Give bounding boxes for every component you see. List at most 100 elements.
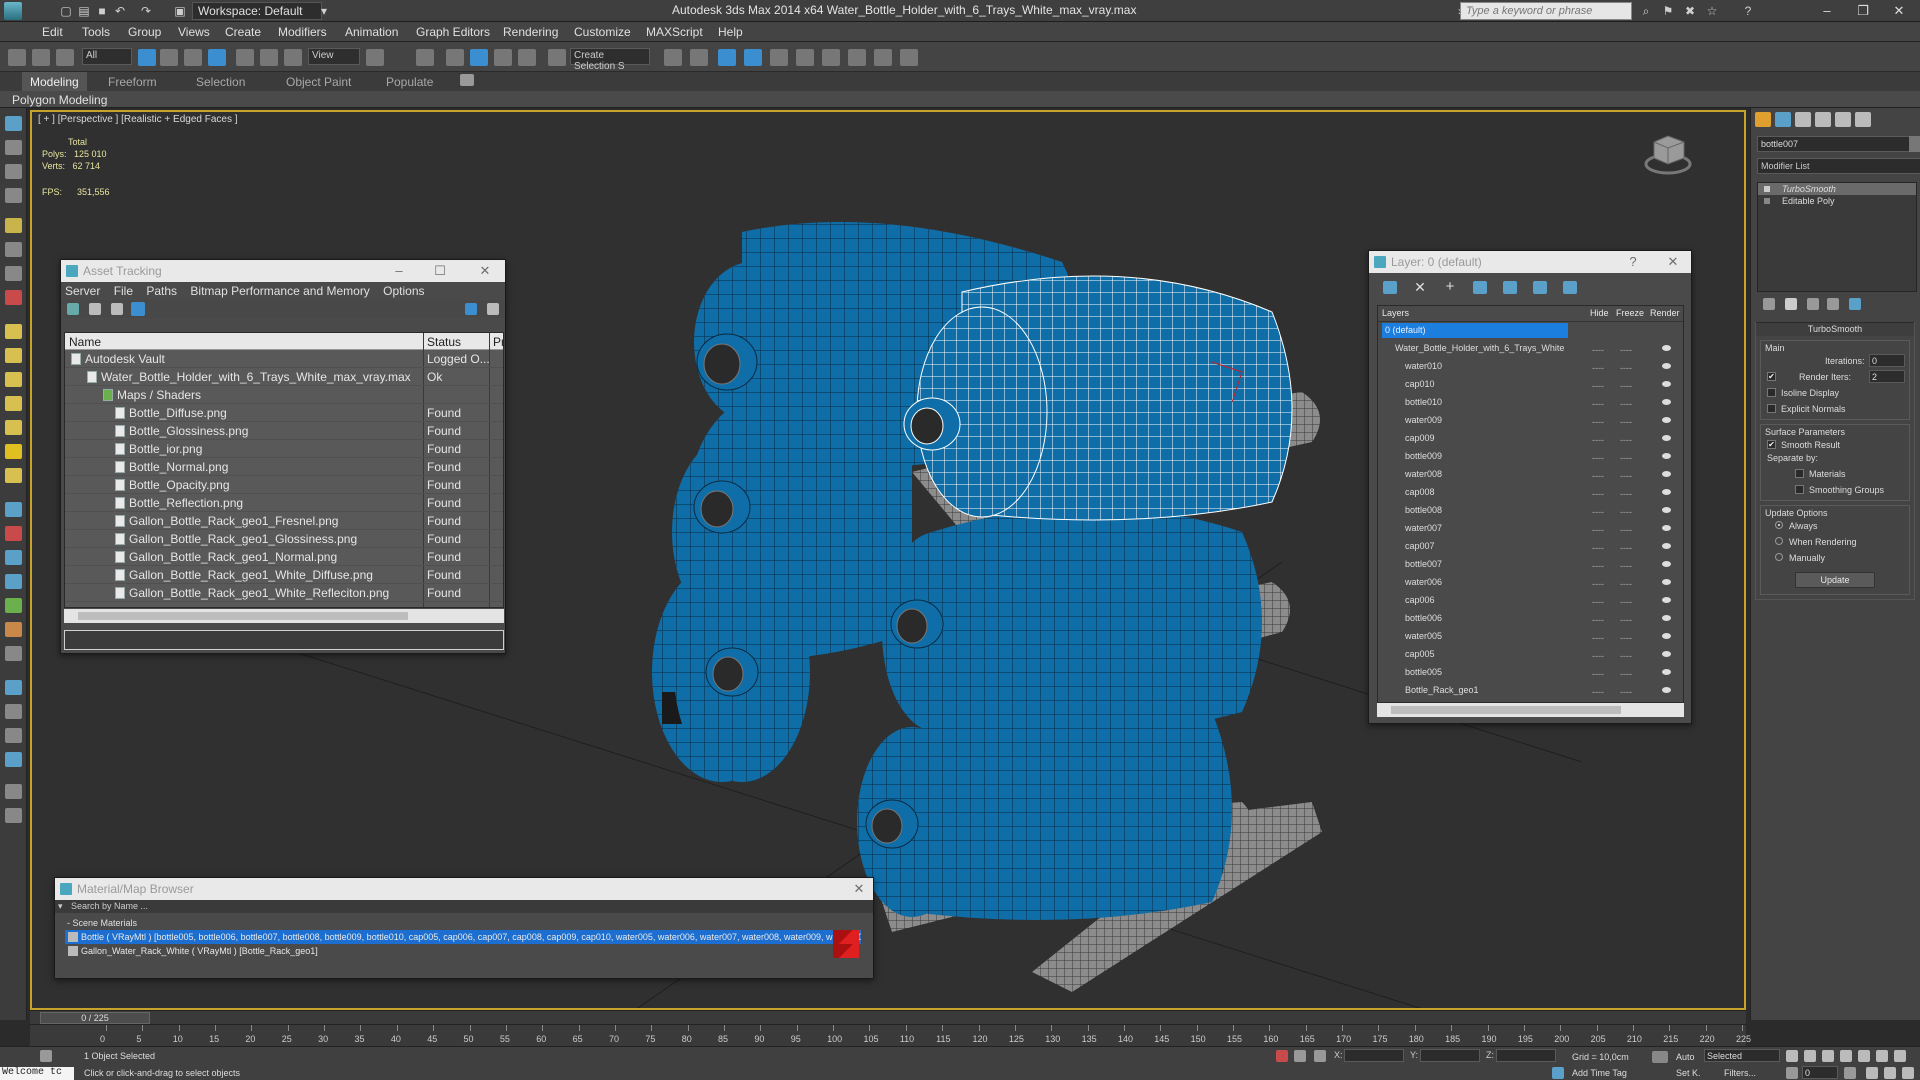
material-browser-titlebar[interactable]: Material/Map Browser ✕: [55, 878, 873, 900]
render-teapot-icon[interactable]: [1662, 399, 1671, 405]
tab-modeling[interactable]: Modeling: [22, 72, 87, 91]
z-coordinate-field[interactable]: [1496, 1049, 1556, 1062]
selection-lock-icon[interactable]: [1294, 1050, 1306, 1062]
foliage-icon[interactable]: [5, 598, 22, 613]
layer-row[interactable]: Bottle_Rack_geo1 ---- ----: [1378, 682, 1683, 700]
utilities-tab-icon[interactable]: [1855, 112, 1871, 127]
scroll-thumb[interactable]: [1391, 706, 1621, 714]
asset-horizontal-scrollbar[interactable]: [64, 609, 504, 623]
bottle-selected-bottle007[interactable]: [903, 275, 1293, 521]
motion-tab-icon[interactable]: [1815, 112, 1831, 127]
close-icon[interactable]: ✕: [1884, 2, 1914, 20]
selection-filter-dropdown[interactable]: All: [82, 48, 132, 65]
layer-row[interactable]: bottle008 ---- ----: [1378, 502, 1683, 520]
stack-item-turbosmooth[interactable]: TurboSmooth: [1758, 183, 1916, 195]
x-coordinate-field[interactable]: [1344, 1049, 1404, 1062]
select-by-name-icon[interactable]: [160, 49, 178, 66]
asset-maximize-icon[interactable]: ☐: [430, 263, 450, 279]
layer-freeze-toggle[interactable]: ----: [1620, 561, 1632, 571]
menu-group[interactable]: Group: [128, 25, 161, 39]
track-bar[interactable]: 0 5 10 15 20 25 30 35 40 45 50 55 60 65 70 75 80 85 90 95 10…: [30, 1024, 1751, 1046]
explicit-normals-checkbox[interactable]: [1767, 404, 1776, 413]
delete-layer-icon[interactable]: ✕: [1413, 280, 1427, 294]
layer-row[interactable]: cap006 ---- ----: [1378, 592, 1683, 610]
save-file-icon[interactable]: ■: [94, 3, 110, 19]
layer-hide-toggle[interactable]: ----: [1592, 633, 1604, 643]
help-icon[interactable]: ?: [1740, 3, 1756, 19]
new-file-icon[interactable]: ▢: [58, 3, 74, 19]
viewport-label[interactable]: [ + ] [Perspective ] [Realistic + Edged …: [38, 114, 238, 125]
asset-tracking-dialog[interactable]: Asset Tracking – ☐ ✕ Server File Paths B…: [60, 259, 506, 654]
table-view-icon[interactable]: [131, 302, 145, 316]
layer-freeze-toggle[interactable]: ----: [1620, 687, 1632, 697]
select-manipulate-icon[interactable]: [416, 49, 434, 66]
object-name-field[interactable]: bottle007: [1757, 136, 1911, 152]
key-filter-dropdown[interactable]: Selected: [1704, 1049, 1780, 1062]
layer-horizontal-scrollbar[interactable]: [1377, 703, 1684, 717]
layer-row[interactable]: Water_Bottle_Holder_with_6_Trays_White --…: [1378, 340, 1683, 358]
favorites-star-icon[interactable]: ☆: [1704, 3, 1720, 19]
asset-menu-server[interactable]: Server: [65, 284, 100, 298]
torus-primitive-icon[interactable]: [5, 396, 22, 411]
render-teapot-icon[interactable]: [1662, 687, 1671, 693]
display-tab-icon[interactable]: [1835, 112, 1851, 127]
named-selection-dropdown[interactable]: Create Selection S: [570, 48, 650, 72]
sun-light-icon[interactable]: [5, 444, 22, 459]
asset-row[interactable]: Autodesk Vault Logged O...: [65, 350, 503, 368]
previous-frame-icon[interactable]: [1804, 1050, 1816, 1062]
display-icon[interactable]: [5, 728, 22, 743]
binoculars-icon[interactable]: ⌕: [1638, 3, 1654, 19]
menu-rendering[interactable]: Rendering: [503, 25, 558, 39]
track-bar-toggle-icon[interactable]: [40, 1050, 52, 1062]
rendered-frame-window-icon[interactable]: [874, 49, 892, 66]
col-name-header[interactable]: Name: [69, 335, 101, 349]
layer-row[interactable]: cap009 ---- ----: [1378, 430, 1683, 448]
turbosmooth-rollout-title[interactable]: TurboSmooth: [1756, 322, 1914, 336]
layer-freeze-toggle[interactable]: ----: [1620, 579, 1632, 589]
material-map-browser[interactable]: Material/Map Browser ✕ ▾ Search by Name …: [54, 877, 874, 979]
hierarchy-icon[interactable]: [5, 188, 22, 203]
layer-hide-toggle[interactable]: ----: [1592, 669, 1604, 679]
search-input[interactable]: Type a keyword or phrase: [1460, 2, 1632, 20]
select-object-icon[interactable]: [138, 49, 156, 66]
asset-row[interactable]: Gallon_Bottle_Rack_geo1_White_Refleciton…: [65, 584, 503, 602]
hierarchy-tab-icon[interactable]: [1795, 112, 1811, 127]
project-folder-icon[interactable]: ▣: [172, 3, 188, 19]
bind-space-warp-icon[interactable]: [56, 49, 74, 66]
layer-hide-toggle[interactable]: ----: [1592, 363, 1604, 373]
select-objects-in-layer-icon[interactable]: [1473, 281, 1487, 294]
layer-row[interactable]: water005 ---- ----: [1378, 628, 1683, 646]
y-coordinate-field[interactable]: [1420, 1049, 1480, 1062]
time-slider[interactable]: 0 / 225: [30, 1010, 1746, 1024]
dynamics-icon[interactable]: [5, 526, 22, 541]
render-setup-icon[interactable]: [848, 49, 866, 66]
modifier-stack[interactable]: TurboSmooth Editable Poly: [1757, 182, 1917, 292]
col-hide-header[interactable]: Hide: [1590, 308, 1609, 318]
layer-hide-toggle[interactable]: ----: [1592, 471, 1604, 481]
motion-icon[interactable]: [5, 752, 22, 767]
cone-primitive-icon[interactable]: [5, 420, 22, 435]
asset-close-icon[interactable]: ✕: [475, 263, 495, 279]
remove-modifier-icon[interactable]: [1827, 298, 1839, 310]
menu-views[interactable]: Views: [178, 25, 210, 39]
isoline-checkbox[interactable]: [1767, 388, 1776, 397]
asset-minimize-icon[interactable]: –: [389, 263, 409, 278]
asset-row[interactable]: Gallon_Bottle_Rack_geo1_Glossiness.png Fo…: [65, 530, 503, 548]
viewport-layout-icon[interactable]: [5, 116, 22, 131]
refresh-icon[interactable]: [67, 303, 79, 315]
tab-freeform[interactable]: Freeform: [100, 72, 165, 91]
ribbon-options-icon[interactable]: [460, 74, 474, 86]
spinner-snap-icon[interactable]: [518, 49, 536, 66]
layer-row[interactable]: 0 (default): [1378, 322, 1683, 340]
material-browser-close-icon[interactable]: ✕: [849, 881, 869, 897]
asset-menu-file[interactable]: File: [114, 284, 133, 298]
menu-animation[interactable]: Animation: [345, 25, 398, 39]
make-unique-icon[interactable]: [1807, 298, 1819, 310]
when-rendering-radio[interactable]: [1775, 537, 1783, 545]
curve-editor-icon[interactable]: [770, 49, 788, 66]
layer-hide-toggle[interactable]: ----: [1592, 435, 1604, 445]
layer-row[interactable]: bottle006 ---- ----: [1378, 610, 1683, 628]
layer-freeze-toggle[interactable]: ----: [1620, 453, 1632, 463]
asset-row[interactable]: Bottle_Normal.png Found: [65, 458, 503, 476]
add-time-tag[interactable]: Add Time Tag: [1572, 1068, 1627, 1078]
